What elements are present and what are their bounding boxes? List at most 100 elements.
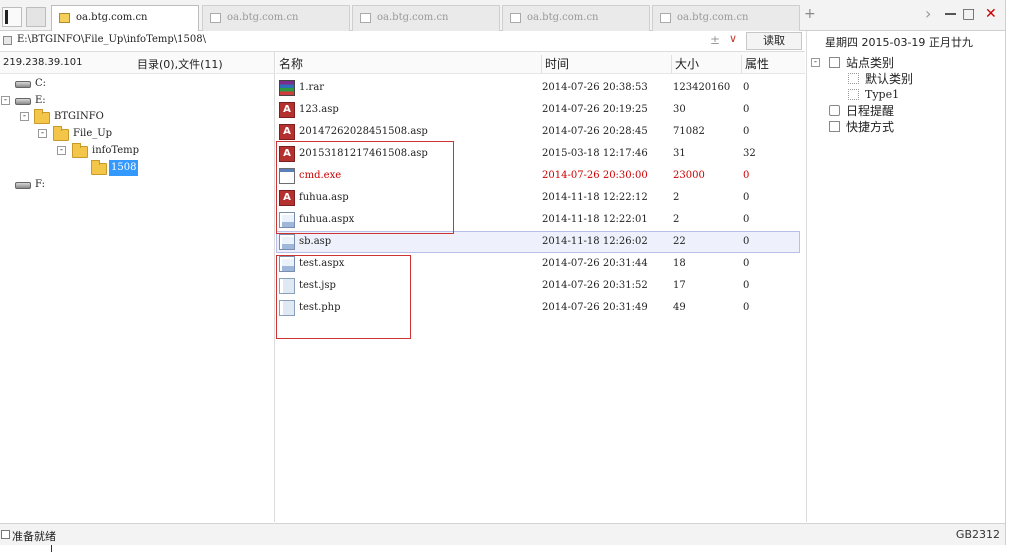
column-header-time[interactable]: 时间 bbox=[541, 55, 671, 73]
chevron-down-icon[interactable]: ∨ bbox=[729, 32, 737, 45]
file-name: 1.rar bbox=[299, 82, 325, 93]
file-row[interactable]: A 20147262028451508.asp 2014-07-26 20:28… bbox=[276, 121, 800, 143]
annotation-box-test-files bbox=[276, 255, 411, 339]
tree-node-1508[interactable]: 1508 bbox=[0, 160, 160, 176]
drive-icon bbox=[15, 182, 31, 189]
tree-label: infoTemp bbox=[92, 145, 140, 156]
file-attr: 0 bbox=[743, 280, 750, 291]
tab-oa-btg-1[interactable]: oa.btg.com.cn bbox=[51, 5, 199, 32]
status-icon bbox=[1, 530, 10, 539]
tree-label: C: bbox=[35, 78, 47, 89]
collapse-icon[interactable]: - bbox=[38, 129, 47, 138]
open-folder-icon bbox=[91, 160, 107, 175]
path-input[interactable]: E:\BTGINFO\File_Up\infoTemp\1508\ bbox=[17, 34, 206, 45]
collapse-icon[interactable]: - bbox=[811, 58, 820, 67]
file-row[interactable]: 1.rar 2014-07-26 20:38:53 123420160 0 bbox=[276, 77, 800, 99]
scroll-right-icon[interactable]: › bbox=[925, 6, 931, 22]
file-attr: 0 bbox=[743, 302, 750, 313]
file-name: sb.asp bbox=[299, 236, 332, 247]
file-time: 2014-07-26 20:38:53 bbox=[542, 82, 648, 93]
page-icon bbox=[510, 13, 521, 23]
asp-icon: A bbox=[279, 102, 295, 118]
new-tab-button[interactable]: + bbox=[804, 6, 816, 22]
shortcut-icon bbox=[829, 121, 840, 132]
file-time: 2014-07-26 20:28:45 bbox=[542, 126, 648, 137]
tree-label: 快捷方式 bbox=[846, 120, 895, 134]
sidebar-toggle-button[interactable] bbox=[2, 7, 22, 27]
file-row-selected[interactable]: sb.asp 2014-11-18 12:26:02 22 0 bbox=[276, 231, 800, 253]
column-header-size[interactable]: 大小 bbox=[671, 55, 741, 73]
read-button[interactable]: 读取 bbox=[746, 32, 802, 50]
folder-icon bbox=[34, 109, 50, 124]
collapse-icon[interactable]: - bbox=[57, 146, 66, 155]
drive-icon bbox=[15, 81, 31, 88]
file-size: 123420160 bbox=[673, 82, 731, 93]
tree-label: 默认类别 bbox=[865, 72, 914, 86]
file-attr: 0 bbox=[743, 170, 750, 181]
tab-strip: oa.btg.com.cn oa.btg.com.cn oa.btg.com.c… bbox=[0, 0, 1010, 32]
close-button[interactable]: ✕ bbox=[985, 6, 997, 22]
server-ip: 219.238.39.101 bbox=[3, 57, 83, 68]
asp-icon: A bbox=[279, 124, 295, 140]
maximize-button[interactable]: □ bbox=[962, 6, 975, 22]
page-icon bbox=[660, 13, 671, 23]
tab-label: oa.btg.com.cn bbox=[377, 12, 449, 23]
rar-icon bbox=[279, 80, 295, 96]
file-row[interactable]: A 123.asp 2014-07-26 20:19:25 30 0 bbox=[276, 99, 800, 121]
tab-oa-btg-5[interactable]: oa.btg.com.cn bbox=[652, 5, 800, 31]
reminder-icon bbox=[829, 105, 840, 116]
file-time: 2014-07-26 20:19:25 bbox=[542, 104, 648, 115]
tab-menu-button[interactable] bbox=[26, 7, 46, 27]
tab-oa-btg-4[interactable]: oa.btg.com.cn bbox=[502, 5, 650, 31]
file-size: 17 bbox=[673, 280, 686, 291]
column-header-name[interactable]: 名称 bbox=[276, 55, 540, 73]
tree-header: 219.238.39.101 目录(0),文件(11) bbox=[0, 52, 274, 74]
file-time: 2014-07-26 20:31:52 bbox=[542, 280, 648, 291]
file-size: 49 bbox=[673, 302, 686, 313]
file-attr: 32 bbox=[743, 148, 756, 159]
status-bar: 准备就绪 GB2312 bbox=[0, 523, 1005, 545]
folder-icon bbox=[53, 126, 69, 141]
tab-oa-btg-2[interactable]: oa.btg.com.cn bbox=[202, 5, 350, 31]
drive-icon bbox=[15, 98, 31, 105]
minimize-button[interactable] bbox=[945, 13, 956, 15]
tree-label: 1508 bbox=[109, 160, 139, 176]
tab-oa-btg-3[interactable]: oa.btg.com.cn bbox=[352, 5, 500, 31]
tab-label: oa.btg.com.cn bbox=[76, 12, 148, 23]
category-icon bbox=[829, 57, 840, 68]
add-bookmark-icon[interactable]: ± bbox=[710, 33, 720, 47]
file-time: 2014-07-26 20:31:44 bbox=[542, 258, 648, 269]
file-attr: 0 bbox=[743, 192, 750, 203]
file-size: 18 bbox=[673, 258, 686, 269]
file-attr: 0 bbox=[743, 214, 750, 225]
tree-node-btginfo[interactable]: - BTGINFO bbox=[0, 109, 140, 125]
encoding-indicator[interactable]: GB2312 bbox=[956, 528, 1000, 541]
category-icon bbox=[848, 89, 859, 100]
path-icon bbox=[3, 36, 12, 45]
file-size: 23000 bbox=[673, 170, 705, 181]
category-icon bbox=[848, 73, 859, 84]
tree-node-e[interactable]: - E: bbox=[0, 93, 120, 109]
tree-label: F: bbox=[35, 179, 45, 190]
tree-label: 日程提醒 bbox=[846, 104, 895, 118]
file-attr: 0 bbox=[743, 258, 750, 269]
tree-node-f[interactable]: F: bbox=[0, 177, 120, 193]
tree-node-c[interactable]: C: bbox=[0, 76, 120, 92]
date-panel: 星期四 2015-03-19 正月廿九 bbox=[806, 31, 1010, 52]
tree-node-file-up[interactable]: - File_Up bbox=[0, 126, 140, 142]
file-size: 2 bbox=[673, 214, 680, 225]
file-size: 31 bbox=[673, 148, 686, 159]
resize-marker bbox=[51, 545, 52, 552]
tree-label: File_Up bbox=[73, 128, 113, 139]
status-text: 准备就绪 bbox=[12, 530, 56, 543]
column-header-attr[interactable]: 属性 bbox=[741, 55, 801, 73]
collapse-icon[interactable]: - bbox=[1, 96, 10, 105]
tree-node-infotemp[interactable]: - infoTemp bbox=[0, 143, 160, 159]
date-text: 星期四 2015-03-19 正月廿九 bbox=[825, 36, 973, 49]
file-time: 2015-03-18 12:17:46 bbox=[542, 148, 648, 159]
tab-label: oa.btg.com.cn bbox=[677, 12, 749, 23]
directory-tree-pane: 219.238.39.101 目录(0),文件(11) C: - E: - BT… bbox=[0, 52, 275, 522]
file-list-pane: 名称 时间 大小 属性 1.rar 2014-07-26 20:38:53 12… bbox=[276, 52, 805, 522]
collapse-icon[interactable]: - bbox=[20, 112, 29, 121]
file-attr: 0 bbox=[743, 104, 750, 115]
